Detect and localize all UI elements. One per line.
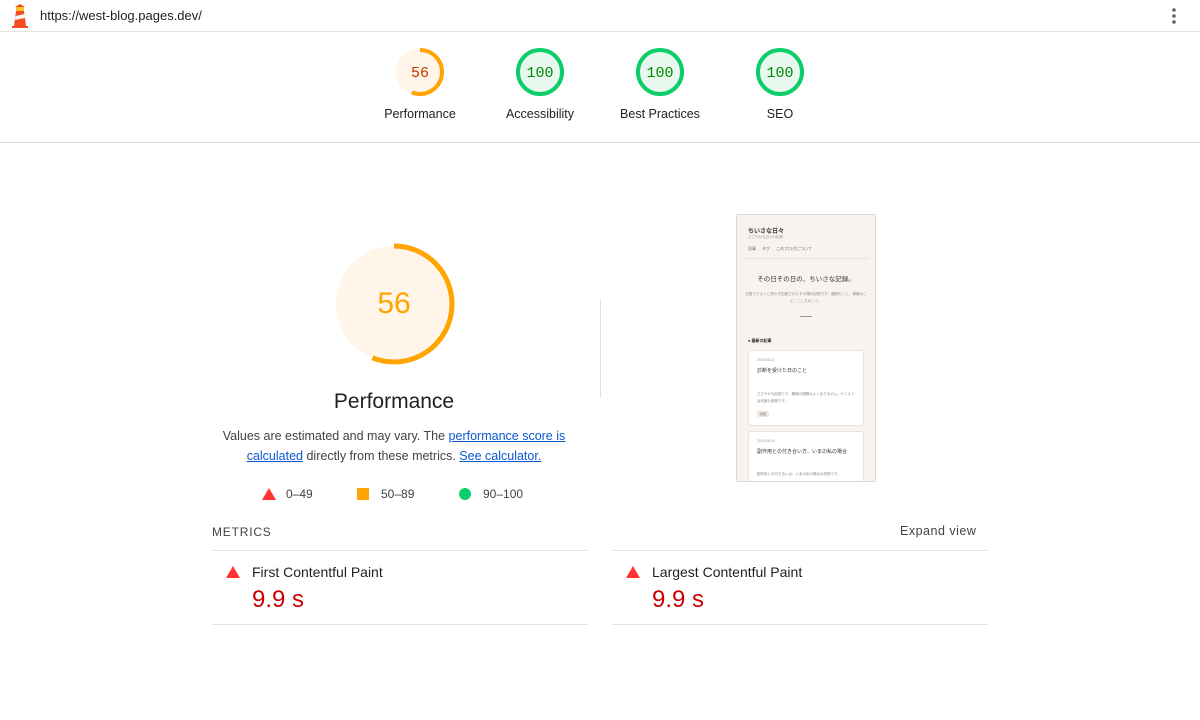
thumb-site-title: ちいさな日々 [748,229,785,235]
gauge-label: SEO [766,107,794,121]
legend-range: 50–89 [381,487,415,501]
average-square-icon [357,488,369,500]
thumb-card: 2025.08.10 診断を受けた日のこと ささやかな記録です。職場の理解はよく… [748,350,864,426]
metric-first-contentful-paint: First Contentful Paint 9.9 s [212,550,588,625]
thumb-section-title: ● 最新の記事 [748,338,772,343]
metric-title: First Contentful Paint [252,564,383,580]
thumb-divider [743,258,869,259]
gauge-score: 100 [646,65,673,82]
thumb-card-title: 診断を受けた日のこと [757,368,808,374]
thumb-card: 2025.08.04 副作用との付き合い方、いまの私の場合 副作用との付き合いは… [748,431,864,481]
fail-triangle-icon [226,566,240,578]
thumb-nav-item: 記事 [748,246,756,251]
gauge-label: Accessibility [505,107,575,121]
thumb-card-tag: 通院 [757,411,770,417]
pass-circle-icon [459,488,471,500]
gauge-score: 100 [766,65,793,82]
gauge-accessibility-ring: 100 [516,48,564,96]
performance-big-gauge: 56 [333,243,455,365]
fail-triangle-icon [626,566,640,578]
score-legend: 0–49 50–89 90–100 [262,486,562,502]
gauge-performance[interactable]: 56 Performance [360,46,480,121]
thumb-nav-item: タグ [762,246,770,251]
gauge-seo[interactable]: 100 SEO [720,46,840,121]
thumb-hero-desc: 日常でクスッと思わず記録されたその場の記録です。通院のこと、情報のこと、こころの… [745,292,867,303]
legend-range: 90–100 [483,487,524,501]
thumb-hero-title: その日その日の、ちいさな記録。 [757,276,855,283]
thumb-nav: 記事 タグ このブログについて [748,246,818,252]
performance-title: Performance [333,390,455,413]
thumb-card-title: 副作用との付き合い方、いまの私の場合 [757,449,847,455]
performance-description: Values are estimated and may vary. The p… [212,426,576,466]
divider [600,300,601,398]
fail-triangle-icon [262,488,276,500]
gauge-label: Performance [384,107,456,121]
category-gauges: 56 Performance 100 Accessibility 100 Bes… [0,32,1200,143]
metric-value: 9.9 s [652,586,705,613]
metric-title: Largest Contentful Paint [652,564,803,580]
desc-text: Values are estimated and may vary. The [222,429,449,443]
gauge-best-practices[interactable]: 100 Best Practices [600,46,720,121]
top-bar: https://west-blog.pages.dev/ [0,0,1200,32]
legend-range: 0–49 [286,487,313,501]
thumb-card-date: 2025.08.10 [757,358,775,362]
final-screenshot-thumbnail[interactable]: ちいさな日々 ささやかな日々の記録 記事 タグ このブログについて その日その日の、… [736,214,876,482]
gauge-accessibility[interactable]: 100 Accessibility [480,46,600,121]
desc-text: directly from these metrics. [303,449,460,463]
url-bar[interactable]: https://west-blog.pages.dev/ [40,8,202,23]
gauge-seo-ring: 100 [756,48,804,96]
thumb-rule [800,316,812,317]
see-calculator-link[interactable]: See calculator. [459,449,541,463]
performance-score: 56 [377,287,410,320]
metric-largest-contentful-paint: Largest Contentful Paint 9.9 s [612,550,988,625]
metric-value: 9.9 s [252,586,305,613]
thumb-card-text: 副作用との付き合いは、いまの私の場合の説明です。 [757,472,841,476]
metrics-header: METRICS [212,525,272,539]
thumb-card-date: 2025.08.04 [757,439,775,443]
lighthouse-icon [12,4,28,28]
thumb-site-subtitle: ささやかな日々の記録 [748,235,783,239]
gauge-label: Best Practices [620,107,700,121]
gauge-score: 100 [526,65,553,82]
more-vert-icon[interactable] [1166,6,1182,26]
gauge-performance-ring: 56 [396,48,444,96]
expand-view-toggle[interactable]: Expand view [900,524,976,538]
thumb-nav-item: このブログについて [776,246,812,251]
thumb-card-text: ささやかな記録です。職場の理解はよくありません。ケニストは何度も説明です。 [757,392,855,403]
gauge-best-practices-ring: 100 [636,48,684,96]
gauge-score: 56 [411,65,429,82]
